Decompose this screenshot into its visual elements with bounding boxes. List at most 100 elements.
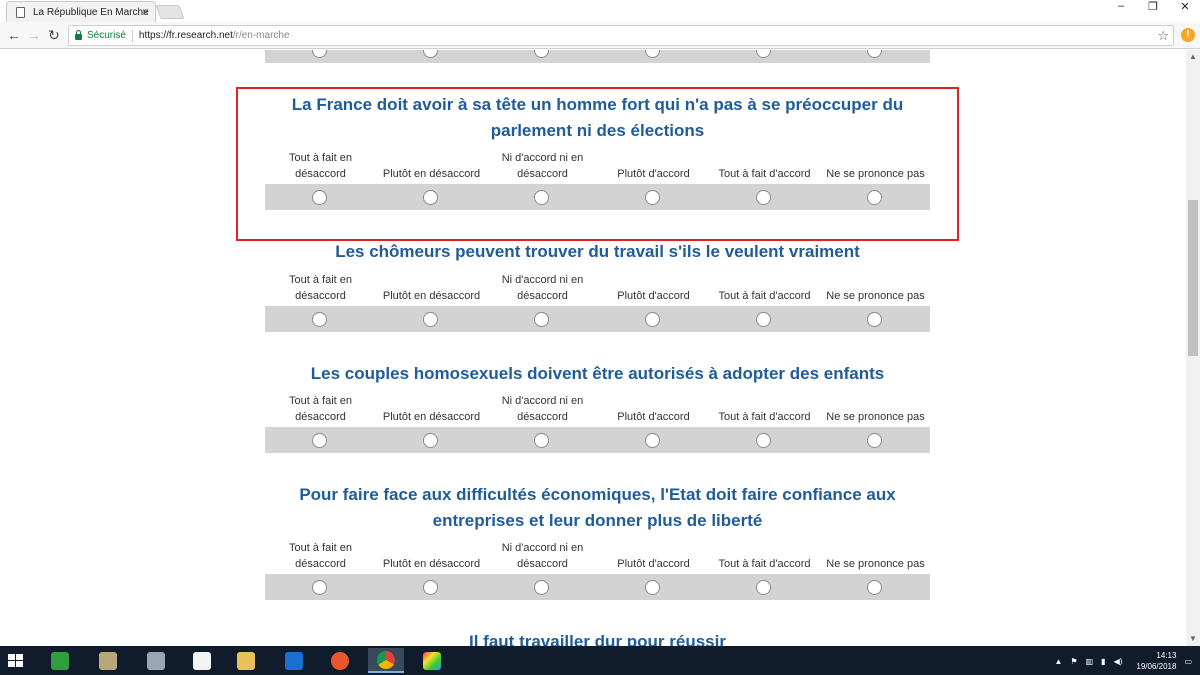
windows-start-icon[interactable]: [8, 654, 24, 668]
scale-label: Ni d'accord ni en désaccord: [501, 542, 584, 570]
scroll-thumb[interactable]: [1188, 200, 1198, 356]
scale-label: Plutôt d'accord: [617, 168, 690, 180]
page-viewport: La France doit avoir à sa tête un homme …: [0, 50, 1186, 646]
radio-option[interactable]: [756, 312, 771, 327]
scale-label: Tout à fait en désaccord: [289, 152, 352, 180]
secure-label: Sécurisé: [87, 30, 126, 41]
scale-label: Tout à fait d'accord: [718, 411, 811, 423]
radio-option[interactable]: [756, 50, 771, 58]
page-icon: [16, 7, 25, 18]
radio-option[interactable]: [312, 433, 327, 448]
radio-option[interactable]: [312, 50, 327, 58]
folder-icon[interactable]: [228, 648, 264, 673]
radio-option[interactable]: [423, 190, 438, 205]
computer-icon[interactable]: [138, 648, 174, 673]
scale-labels-2: Tout à fait en désaccord Plutôt en désac…: [265, 272, 930, 306]
radio-option[interactable]: [756, 580, 771, 595]
tab-title: La République En Marche: [33, 6, 149, 18]
radio-option[interactable]: [645, 312, 660, 327]
back-arrow-icon[interactable]: ←: [6, 27, 22, 43]
radio-option[interactable]: [423, 580, 438, 595]
question-title-1: La France doit avoir à sa tête un homme …: [291, 95, 904, 140]
radio-option[interactable]: [534, 190, 549, 205]
scale-label: Tout à fait en désaccord: [289, 395, 352, 423]
address-separator: [131, 29, 133, 42]
radio-option[interactable]: [312, 312, 327, 327]
scale-label: Ne se prononce pas: [826, 290, 925, 302]
radio-option[interactable]: [867, 50, 882, 58]
radio-option[interactable]: [423, 50, 438, 58]
radio-option[interactable]: [645, 580, 660, 595]
windows-taskbar: ▲ ⚑ ▥ ▮ ◀) 14:13 19/06/2018 ▭: [0, 646, 1200, 675]
reload-icon[interactable]: ↻: [46, 27, 62, 43]
chrome-icon[interactable]: [368, 648, 404, 673]
radio-option[interactable]: [534, 50, 549, 58]
question-title-3: Les couples homosexuels doivent être aut…: [310, 364, 885, 383]
page-scrollbar[interactable]: ▲ ▼: [1186, 50, 1200, 646]
radio-option[interactable]: [423, 433, 438, 448]
radio-option[interactable]: [867, 190, 882, 205]
radio-option[interactable]: [867, 312, 882, 327]
store-app-icon[interactable]: [42, 648, 78, 673]
radio-option[interactable]: [867, 580, 882, 595]
question-title-5: Il faut travailler dur pour réussir: [469, 632, 726, 646]
minimize-icon[interactable]: –: [1114, 0, 1128, 13]
scroll-down-icon[interactable]: ▼: [1186, 632, 1200, 646]
radio-option[interactable]: [645, 190, 660, 205]
question-title-2: Les chômeurs peuvent trouver du travail …: [335, 242, 860, 261]
scroll-up-icon[interactable]: ▲: [1186, 50, 1200, 64]
clock-time: 14:13: [1156, 651, 1177, 660]
document-icon[interactable]: [184, 648, 220, 673]
scale-label: Ni d'accord ni en désaccord: [501, 152, 584, 180]
new-tab-button[interactable]: [155, 5, 185, 19]
scale-label: Tout à fait d'accord: [718, 558, 811, 570]
radio-option[interactable]: [645, 433, 660, 448]
file-manager-icon[interactable]: [90, 648, 126, 673]
bookmark-star-icon[interactable]: ☆: [1157, 28, 1169, 44]
system-tray: ▲ ⚑ ▥ ▮ ◀) 14:13 19/06/2018 ▭: [1055, 650, 1193, 672]
radio-option[interactable]: [534, 312, 549, 327]
flag-icon[interactable]: ⚑: [1070, 657, 1077, 666]
close-window-icon[interactable]: ✕: [1178, 0, 1192, 13]
scale-label: Ne se prononce pas: [826, 558, 925, 570]
signal-icon[interactable]: ▮: [1101, 657, 1105, 666]
media-app-icon[interactable]: [414, 648, 450, 673]
radio-option[interactable]: [534, 433, 549, 448]
radio-option[interactable]: [312, 190, 327, 205]
question-title-4: Pour faire face aux difficultés économiq…: [299, 485, 896, 530]
forward-arrow-icon[interactable]: →: [26, 27, 42, 43]
browser-tabstrip: La République En Marche × – ❐ ✕: [0, 0, 1200, 22]
shield-icon[interactable]: [276, 648, 312, 673]
radio-option[interactable]: [312, 580, 327, 595]
restore-icon[interactable]: ❐: [1146, 0, 1160, 13]
scale-label: Ni d'accord ni en désaccord: [501, 395, 584, 423]
scale-label: Plutôt d'accord: [617, 290, 690, 302]
lock-icon: [75, 30, 82, 40]
address-bar[interactable]: Sécurisé https://fr.research.net/r/en-ma…: [68, 25, 1174, 46]
volume-icon[interactable]: ◀): [1114, 657, 1123, 666]
notifications-icon[interactable]: ▭: [1184, 657, 1192, 666]
scale-label: Plutôt en désaccord: [382, 168, 481, 180]
network-icon[interactable]: ▥: [1086, 657, 1094, 666]
extension-warning-icon[interactable]: !: [1181, 28, 1195, 42]
radio-option[interactable]: [756, 433, 771, 448]
browser-tab[interactable]: La République En Marche ×: [6, 1, 156, 22]
clock-date: 19/06/2018: [1136, 662, 1177, 671]
close-tab-icon[interactable]: ×: [142, 5, 149, 19]
scale-label: Plutôt en désaccord: [382, 411, 481, 423]
chevron-up-icon[interactable]: ▲: [1055, 657, 1063, 666]
radio-option[interactable]: [756, 190, 771, 205]
radio-option[interactable]: [534, 580, 549, 595]
scale-label: Plutôt d'accord: [617, 411, 690, 423]
firefox-icon[interactable]: [322, 648, 358, 673]
radio-option[interactable]: [645, 50, 660, 58]
scale-labels-4: Tout à fait en désaccord Plutôt en désac…: [265, 540, 930, 574]
url-host: https://fr.research.net: [138, 30, 233, 41]
radio-option[interactable]: [867, 433, 882, 448]
scale-labels-1: Tout à fait en désaccord Plutôt en désac…: [265, 150, 930, 184]
radio-row-4: [265, 574, 930, 600]
scale-label: Ne se prononce pas: [826, 411, 925, 423]
radio-row-3: [265, 427, 930, 453]
clock[interactable]: 14:13 19/06/2018: [1136, 650, 1176, 672]
radio-option[interactable]: [423, 312, 438, 327]
